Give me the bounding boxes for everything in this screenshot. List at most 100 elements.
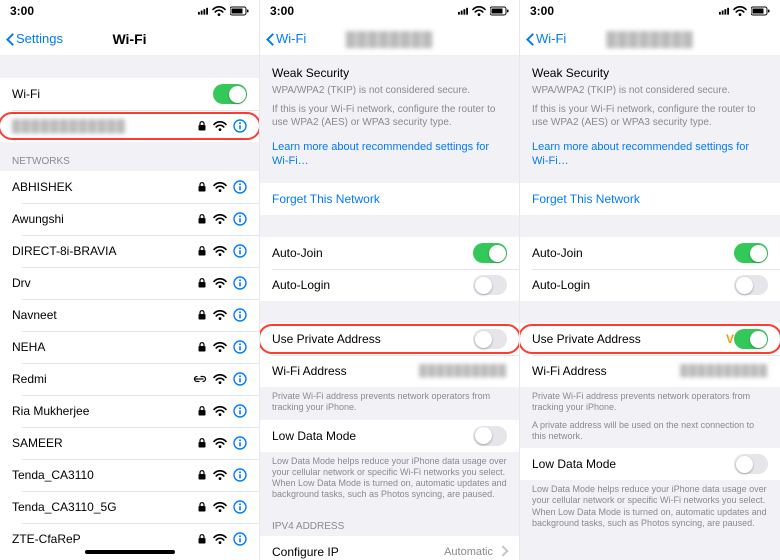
nav-bar: Settings Wi-Fi (0, 22, 259, 56)
network-row[interactable]: SAMEER (0, 427, 259, 459)
info-icon[interactable] (233, 372, 247, 386)
lock-icon (197, 470, 207, 480)
back-button[interactable]: Wi-Fi (266, 31, 306, 46)
info-icon[interactable] (233, 340, 247, 354)
status-time: 3:00 (10, 4, 34, 18)
use-private-toggle[interactable] (473, 329, 507, 349)
forget-label: Forget This Network (532, 192, 768, 206)
chevron-left-icon (6, 32, 16, 46)
auto-login-label: Auto-Login (272, 278, 473, 292)
checkmark-annotation: V (726, 332, 734, 346)
wifi-icon (213, 277, 227, 289)
network-name: Tenda_CA3110_5G (12, 500, 197, 514)
auto-login-toggle[interactable] (473, 275, 507, 295)
info-icon[interactable] (233, 276, 247, 290)
network-row[interactable]: NEHA (0, 331, 259, 363)
wifi-status-icon (212, 5, 226, 17)
configure-ip-row[interactable]: Configure IP Automatic (260, 536, 519, 560)
info-icon[interactable] (233, 404, 247, 418)
forget-network-row[interactable]: Forget This Network (260, 183, 519, 215)
info-icon[interactable] (233, 436, 247, 450)
page-title: Wi-Fi (112, 31, 146, 47)
status-bar: 3:00 (520, 0, 780, 22)
configure-ip-value: Automatic (444, 546, 493, 558)
signal-icon (198, 6, 208, 16)
weak-security-title: Weak Security (272, 66, 507, 80)
network-name: DIRECT-8i-BRAVIA (12, 244, 197, 258)
low-data-mode-row[interactable]: Low Data Mode (260, 420, 519, 452)
auto-join-row[interactable]: Auto-Join (520, 237, 780, 269)
info-icon[interactable] (233, 308, 247, 322)
low-data-mode-row[interactable]: Low Data Mode (520, 448, 780, 480)
network-row[interactable]: Drv (0, 267, 259, 299)
auto-login-row[interactable]: Auto-Login (260, 269, 519, 301)
lock-icon (197, 182, 207, 192)
wifi-icon (213, 341, 227, 353)
back-label: Wi-Fi (276, 31, 306, 46)
weak-security-line1: WPA/WPA2 (TKIP) is not considered secure… (532, 84, 768, 97)
wifi-icon (213, 373, 227, 385)
signal-icon (719, 6, 729, 16)
wifi-toggle[interactable] (213, 84, 247, 104)
forget-network-row[interactable]: Forget This Network (520, 183, 780, 215)
wifi-master-toggle-row[interactable]: Wi-Fi (0, 78, 259, 110)
low-data-label: Low Data Mode (532, 457, 734, 471)
other-network-row[interactable]: Other... (0, 555, 259, 560)
battery-icon (751, 6, 770, 16)
lock-icon (197, 438, 207, 448)
status-bar: 3:00 (260, 0, 519, 22)
low-data-toggle[interactable] (734, 454, 768, 474)
low-data-toggle[interactable] (473, 426, 507, 446)
network-row[interactable]: Awungshi (0, 203, 259, 235)
back-button[interactable]: Settings (6, 31, 63, 46)
auto-join-row[interactable]: Auto-Join (260, 237, 519, 269)
private-address-help2: A private address will be used on the ne… (520, 420, 780, 449)
auto-login-toggle[interactable] (734, 275, 768, 295)
wifi-settings-pane: 3:00 Settings Wi-Fi Wi-Fi █ (0, 0, 260, 560)
wifi-address-value: ██████████ (680, 365, 768, 377)
wifi-icon (213, 309, 227, 321)
info-icon[interactable] (233, 500, 247, 514)
status-icons (198, 5, 249, 17)
network-name: SAMEER (12, 436, 197, 450)
use-private-toggle[interactable] (734, 329, 768, 349)
wifi-icon (213, 213, 227, 225)
auto-join-toggle[interactable] (734, 243, 768, 263)
auto-login-row[interactable]: Auto-Login (520, 269, 780, 301)
network-row[interactable]: Ria Mukherjee (0, 395, 259, 427)
chevron-left-icon (526, 32, 536, 46)
network-name: Tenda_CA3110 (12, 468, 197, 482)
network-row[interactable]: Redmi (0, 363, 259, 395)
network-row[interactable]: Tenda_CA3110 (0, 459, 259, 491)
info-icon[interactable] (233, 180, 247, 194)
info-icon[interactable] (233, 468, 247, 482)
use-private-address-row[interactable]: Use Private Address V (520, 323, 780, 355)
network-detail-pane-private-on: 3:00 Wi-Fi ████████ Weak Security WPA/WP… (520, 0, 780, 560)
chevron-left-icon (266, 32, 276, 46)
status-time: 3:00 (270, 4, 294, 18)
network-row[interactable]: Navneet (0, 299, 259, 331)
low-data-help: Low Data Mode helps reduce your iPhone d… (520, 480, 780, 535)
wifi-address-row: Wi-Fi Address ██████████ (260, 355, 519, 387)
network-name-title: ████████ (346, 31, 433, 47)
home-indicator (85, 550, 175, 554)
hotspot-link-icon (193, 374, 207, 384)
auto-join-toggle[interactable] (473, 243, 507, 263)
forget-label: Forget This Network (272, 192, 507, 206)
use-private-address-row[interactable]: Use Private Address (260, 323, 519, 355)
back-button[interactable]: Wi-Fi (526, 31, 566, 46)
battery-icon (490, 6, 509, 16)
learn-more-link[interactable]: Learn more about recommended settings fo… (532, 141, 749, 167)
network-row[interactable]: DIRECT-8i-BRAVIA (0, 235, 259, 267)
status-bar: 3:00 (0, 0, 259, 22)
wifi-icon (213, 245, 227, 257)
info-icon[interactable] (233, 532, 247, 546)
network-row[interactable]: ABHISHEK (0, 171, 259, 203)
auto-login-label: Auto-Login (532, 278, 734, 292)
connected-network-row[interactable]: ████████████ (0, 110, 259, 142)
network-row[interactable]: Tenda_CA3110_5G (0, 491, 259, 523)
learn-more-link[interactable]: Learn more about recommended settings fo… (272, 141, 489, 167)
info-icon[interactable] (233, 212, 247, 226)
info-icon[interactable] (233, 244, 247, 258)
info-icon[interactable] (233, 119, 247, 133)
